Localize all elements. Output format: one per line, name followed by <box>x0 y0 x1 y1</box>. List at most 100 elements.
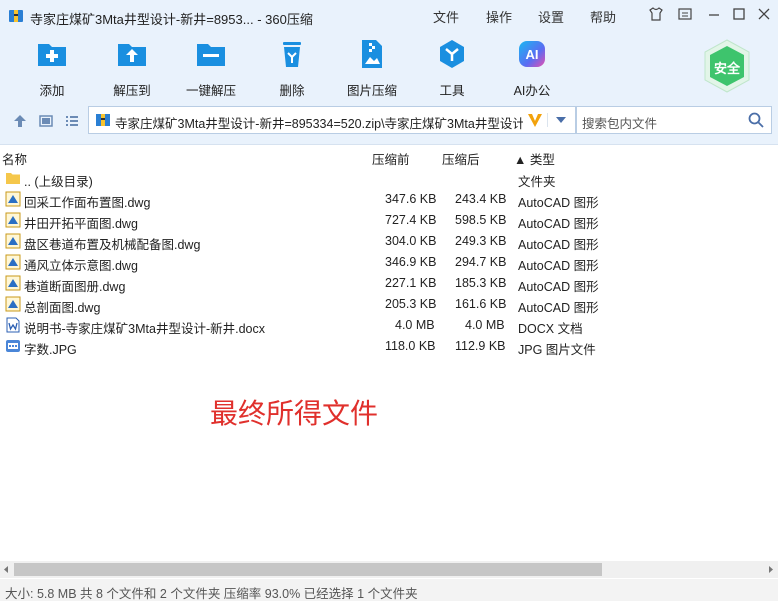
table-row[interactable]: 字数.JPG 118.0 KB 112.9 KB JPG 图片文件 <box>0 336 778 357</box>
table-row[interactable]: 说明书-寺家庄煤矿3Mta井型设计-新井.docx 4.0 MB 4.0 MB … <box>0 315 778 336</box>
menu-help[interactable]: 帮助 <box>590 7 616 26</box>
tools-icon <box>440 40 464 68</box>
file-size-before: 118.0 KB <box>385 339 436 353</box>
horizontal-scrollbar[interactable] <box>0 561 778 578</box>
jpg-file-icon <box>6 340 20 352</box>
ai-office-label: AI办公 <box>513 84 551 98</box>
file-size-after: 249.3 KB <box>455 234 507 248</box>
status-bar: 大小: 5.8 MB 共 8 个文件和 2 个文件夹 压缩率 93.0% 已经选… <box>0 579 778 601</box>
delete-button[interactable]: 删除 <box>257 38 327 98</box>
table-row[interactable]: .. (上级目录) 文件夹 <box>0 168 778 189</box>
close-icon[interactable] <box>754 6 774 26</box>
toolbar: 添加 解压到 一键解压 删除 图片压缩 工具 AI AI办公 <box>0 32 778 98</box>
thumbnail-view-icon[interactable] <box>38 113 54 129</box>
tools-button[interactable]: 工具 <box>417 38 487 98</box>
file-size-after: 243.4 KB <box>455 192 507 206</box>
delete-icon <box>283 42 301 67</box>
tools-label: 工具 <box>439 84 465 98</box>
menu-settings[interactable]: 设置 <box>538 7 564 26</box>
table-row[interactable]: 回采工作面布置图.dwg 347.6 KB 243.4 KB AutoCAD 图… <box>0 189 778 210</box>
image-compress-label: 图片压缩 <box>346 84 397 98</box>
extract-to-icon <box>118 44 146 66</box>
scrollbar-thumb[interactable] <box>14 563 602 576</box>
menu-file[interactable]: 文件 <box>433 7 459 26</box>
menu-operate[interactable]: 操作 <box>486 7 512 26</box>
file-size-before: 227.1 KB <box>385 276 437 290</box>
file-name: 巷道断面图册.dwg <box>24 280 126 294</box>
dwg-file-icon <box>5 296 21 312</box>
security-badge[interactable]: 安全 <box>702 38 752 94</box>
file-type: AutoCAD 图形 <box>518 280 599 294</box>
file-size-after: 185.3 KB <box>455 276 507 290</box>
file-type: AutoCAD 图形 <box>518 259 599 273</box>
status-text: 大小: 5.8 MB 共 8 个文件和 2 个文件夹 压缩率 93.0% 已经选… <box>5 587 418 601</box>
scroll-left-icon[interactable] <box>2 565 10 574</box>
add-button[interactable]: 添加 <box>17 38 87 98</box>
file-size-after: 294.7 KB <box>455 255 507 269</box>
folder-icon <box>6 173 20 184</box>
ai-office-icon: AI <box>519 41 545 67</box>
file-type: AutoCAD 图形 <box>518 196 599 210</box>
extract-to-button[interactable]: 解压到 <box>97 38 167 98</box>
one-click-extract-button[interactable]: 一键解压 <box>176 38 246 98</box>
column-name[interactable]: 名称 <box>2 149 27 168</box>
file-list: .. (上级目录) 文件夹 回采工作面布置图.dwg 347.6 KB 243.… <box>0 168 778 357</box>
file-type: JPG 图片文件 <box>518 343 596 357</box>
svg-text:AI: AI <box>526 47 539 62</box>
file-name: 盘区巷道布置及机械配备图.dwg <box>24 238 201 252</box>
table-row[interactable]: 巷道断面图册.dwg 227.1 KB 185.3 KB AutoCAD 图形 <box>0 273 778 294</box>
file-size-before: 205.3 KB <box>385 297 437 311</box>
scroll-right-icon[interactable] <box>767 565 775 574</box>
delete-label: 删除 <box>279 84 305 98</box>
column-after[interactable]: 压缩后 <box>442 149 480 168</box>
dwg-file-icon <box>5 254 21 270</box>
file-size-before: 727.4 KB <box>385 213 437 227</box>
chevron-down-icon <box>556 117 566 123</box>
file-name: 井田开拓平面图.dwg <box>24 217 138 231</box>
minimize-icon[interactable] <box>704 6 724 26</box>
file-type: AutoCAD 图形 <box>518 238 599 252</box>
ai-office-button[interactable]: AI AI办公 <box>497 38 567 98</box>
annotation-text: 最终所得文件 <box>210 398 379 429</box>
title-bar: 寺家庄煤矿3Mta井型设计-新井=8953... - 360压缩 文件 操作 设… <box>0 0 778 32</box>
file-type: AutoCAD 图形 <box>518 217 599 231</box>
maximize-icon[interactable] <box>729 6 749 26</box>
column-type[interactable]: ▲ 类型 <box>514 149 555 168</box>
dwg-file-icon <box>5 275 21 291</box>
file-size-after: 598.5 KB <box>455 213 507 227</box>
file-size-after: 112.9 KB <box>455 339 506 353</box>
dwg-file-icon <box>5 212 21 228</box>
column-header-row: 名称 压缩前 压缩后 ▲ 类型 <box>0 145 778 167</box>
list-view-icon[interactable] <box>64 113 80 129</box>
table-row[interactable]: 井田开拓平面图.dwg 727.4 KB 598.5 KB AutoCAD 图形 <box>0 210 778 231</box>
file-size-before: 304.0 KB <box>385 234 437 248</box>
dwg-file-icon <box>5 191 21 207</box>
one-click-extract-icon <box>197 44 225 66</box>
search-field[interactable]: 搜索包内文件 <box>576 106 772 134</box>
file-size-before: 346.9 KB <box>385 255 437 269</box>
file-name: .. (上级目录) <box>24 175 93 189</box>
table-row[interactable]: 通风立体示意图.dwg 346.9 KB 294.7 KB AutoCAD 图形 <box>0 252 778 273</box>
file-type: DOCX 文档 <box>518 322 583 336</box>
path-text: 寺家庄煤矿3Mta井型设计-新井=895334=520.zip\寺家庄煤矿3Mt… <box>115 117 523 131</box>
feedback-icon[interactable] <box>675 6 695 26</box>
path-dropdown-button[interactable] <box>547 113 574 127</box>
table-row[interactable]: 盘区巷道布置及机械配备图.dwg 304.0 KB 249.3 KB AutoC… <box>0 231 778 252</box>
file-size-before: 4.0 MB <box>395 318 435 332</box>
column-before[interactable]: 压缩前 <box>372 149 410 168</box>
dwg-file-icon <box>5 233 21 249</box>
file-size-after: 4.0 MB <box>465 318 505 332</box>
file-name: 回采工作面布置图.dwg <box>24 196 151 210</box>
path-field[interactable]: 寺家庄煤矿3Mta井型设计-新井=895334=520.zip\寺家庄煤矿3Mt… <box>88 106 576 134</box>
search-icon[interactable] <box>747 111 765 129</box>
table-row[interactable]: 总剖面图.dwg 205.3 KB 161.6 KB AutoCAD 图形 <box>0 294 778 315</box>
up-arrow-icon[interactable] <box>12 113 28 129</box>
file-name: 说明书-寺家庄煤矿3Mta井型设计-新井.docx <box>24 322 265 336</box>
file-name: 通风立体示意图.dwg <box>24 259 138 273</box>
skin-icon[interactable] <box>646 6 666 26</box>
add-label: 添加 <box>39 84 65 98</box>
window-title: 寺家庄煤矿3Mta井型设计-新井=8953... - 360压缩 <box>30 12 313 27</box>
image-compress-button[interactable]: 图片压缩 <box>337 38 407 98</box>
file-name: 总剖面图.dwg <box>24 301 101 315</box>
app-logo-icon <box>9 10 23 22</box>
